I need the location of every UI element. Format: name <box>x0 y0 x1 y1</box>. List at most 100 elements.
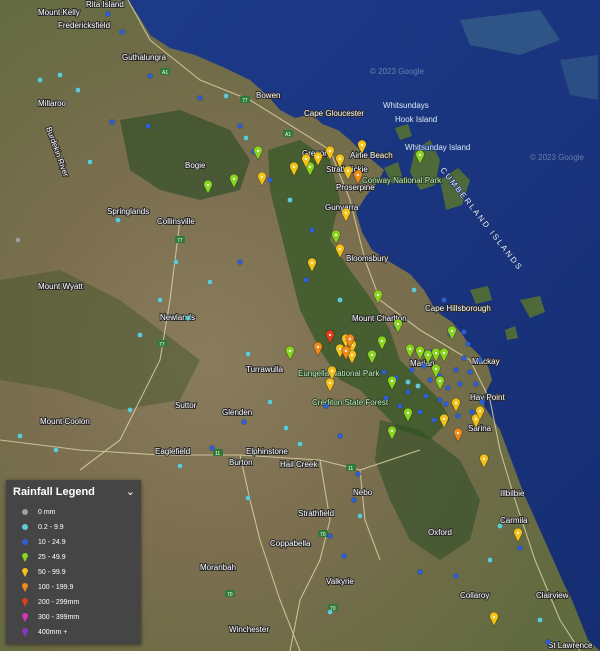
rainfall-station-dot[interactable] <box>53 447 59 453</box>
rainfall-station-dot[interactable] <box>441 297 447 303</box>
rainfall-station-dot[interactable] <box>237 123 243 129</box>
rainfall-station-dot[interactable] <box>137 332 143 338</box>
rainfall-station-dot[interactable] <box>57 72 63 78</box>
place-label: Illbilbie <box>500 489 525 498</box>
rainfall-station-dot[interactable] <box>427 377 433 383</box>
rainfall-station-dot[interactable] <box>443 401 449 407</box>
rainfall-station-dot[interactable] <box>245 351 251 357</box>
rainfall-station-dot[interactable] <box>127 407 133 413</box>
rainfall-station-dot[interactable] <box>303 277 309 283</box>
rainfall-station-dot[interactable] <box>487 557 493 563</box>
rainfall-map[interactable]: A1 77 77 77 A1 11 11 70 70 70 © 2023 Goo… <box>0 0 600 651</box>
rainfall-station-dot[interactable] <box>431 417 437 423</box>
rainfall-station-dot[interactable] <box>473 381 479 387</box>
rainfall-station-dot[interactable] <box>157 297 163 303</box>
rainfall-station-dot[interactable] <box>337 297 343 303</box>
rainfall-station-dot[interactable] <box>297 441 303 447</box>
rainfall-station-dot[interactable] <box>245 495 251 501</box>
rainfall-station-dot[interactable] <box>337 433 343 439</box>
rainfall-station-dot[interactable] <box>411 287 417 293</box>
rainfall-station-dot[interactable] <box>37 77 43 83</box>
rainfall-station-dot[interactable] <box>537 617 543 623</box>
rainfall-station-dot[interactable] <box>185 315 191 321</box>
rainfall-station-dot[interactable] <box>405 379 411 385</box>
rainfall-station-dot[interactable] <box>87 159 93 165</box>
place-label: Whitsunday Island <box>405 143 470 152</box>
rainfall-station-dot[interactable] <box>119 29 125 35</box>
legend-row: 300 - 399mm <box>18 611 79 623</box>
legend-row: 200 - 299mm <box>18 596 79 608</box>
rainfall-station-dot[interactable] <box>267 177 273 183</box>
rainfall-station-dot[interactable] <box>453 367 459 373</box>
rainfall-station-dot[interactable] <box>467 369 473 375</box>
legend-row: 0 mm <box>18 506 56 518</box>
rainfall-station-dot[interactable] <box>173 259 179 265</box>
rainfall-station-dot[interactable] <box>355 471 361 477</box>
rainfall-station-dot[interactable] <box>323 403 329 409</box>
rainfall-station-dot[interactable] <box>405 389 411 395</box>
place-label: Bogie <box>185 161 206 170</box>
rainfall-station-dot[interactable] <box>237 259 243 265</box>
legend-collapse-chevron-icon[interactable]: ⌄ <box>126 485 135 498</box>
rainfall-station-dot[interactable] <box>357 513 363 519</box>
rainfall-station-dot[interactable] <box>223 93 229 99</box>
rainfall-station-dot[interactable] <box>417 409 423 415</box>
rainfall-station-dot[interactable] <box>453 573 459 579</box>
rainfall-station-dot[interactable] <box>341 553 347 559</box>
rainfall-station-dot[interactable] <box>465 341 471 347</box>
rainfall-station-dot[interactable] <box>327 533 333 539</box>
rainfall-station-dot[interactable] <box>477 357 483 363</box>
rainfall-station-dot[interactable] <box>517 545 523 551</box>
rainfall-station-dot[interactable] <box>469 409 475 415</box>
rainfall-station-dot[interactable] <box>381 369 387 375</box>
rainfall-station-dot[interactable] <box>545 639 551 645</box>
rainfall-station-dot[interactable] <box>283 425 289 431</box>
dot-icon <box>22 524 28 530</box>
place-label: Clairview <box>536 591 569 600</box>
rainfall-station-dot[interactable] <box>409 367 415 373</box>
rainfall-station-dot[interactable] <box>479 399 485 405</box>
rainfall-station-dot[interactable] <box>309 227 315 233</box>
rainfall-station-dot[interactable] <box>147 73 153 79</box>
place-label: Springlands <box>107 207 149 216</box>
rainfall-station-dot[interactable] <box>177 463 183 469</box>
rainfall-station-dot[interactable] <box>455 413 461 419</box>
rainfall-station-dot[interactable] <box>105 11 111 17</box>
rainfall-station-dot[interactable] <box>209 445 215 451</box>
place-label: Mount Coolon <box>40 417 90 426</box>
place-label: Millaroo <box>38 99 67 108</box>
rainfall-station-dot[interactable] <box>383 395 389 401</box>
rainfall-station-dot[interactable] <box>497 523 503 529</box>
rainfall-station-dot[interactable] <box>461 329 467 335</box>
rainfall-station-dot[interactable] <box>17 433 23 439</box>
rainfall-station-dot[interactable] <box>461 355 467 361</box>
place-label: Winchester <box>229 625 269 634</box>
park-label: Conway National Park <box>362 176 442 185</box>
rainfall-station-dot[interactable] <box>397 403 403 409</box>
rainfall-station-dot[interactable] <box>351 497 357 503</box>
rainfall-station-dot[interactable] <box>327 609 333 615</box>
place-label: Moranbah <box>200 563 236 572</box>
place-label: Strathfield <box>298 509 334 518</box>
rainfall-station-dot[interactable] <box>415 383 421 389</box>
rainfall-station-dot[interactable] <box>109 119 115 125</box>
rainfall-station-dot[interactable] <box>287 197 293 203</box>
rainfall-station-dot[interactable] <box>197 95 203 101</box>
rainfall-station-dot[interactable] <box>241 419 247 425</box>
rainfall-station-dot[interactable] <box>207 279 213 285</box>
rainfall-station-dot[interactable] <box>145 123 151 129</box>
rainfall-station-dot[interactable] <box>437 397 443 403</box>
legend-label: 300 - 399mm <box>38 613 80 621</box>
rainfall-station-dot[interactable] <box>243 135 249 141</box>
rainfall-station-dot[interactable] <box>417 569 423 575</box>
rainfall-station-dot[interactable] <box>421 363 427 369</box>
rainfall-station-dot[interactable] <box>15 237 21 243</box>
rainfall-station-dot[interactable] <box>457 381 463 387</box>
rainfall-station-dot[interactable] <box>75 87 81 93</box>
rainfall-station-dot[interactable] <box>267 399 273 405</box>
rainfall-station-dot[interactable] <box>115 217 121 223</box>
rainfall-station-dot[interactable] <box>423 393 429 399</box>
svg-text:11: 11 <box>348 466 353 472</box>
rainfall-station-dot[interactable] <box>445 385 451 391</box>
legend-title: Rainfall Legend <box>13 486 95 498</box>
